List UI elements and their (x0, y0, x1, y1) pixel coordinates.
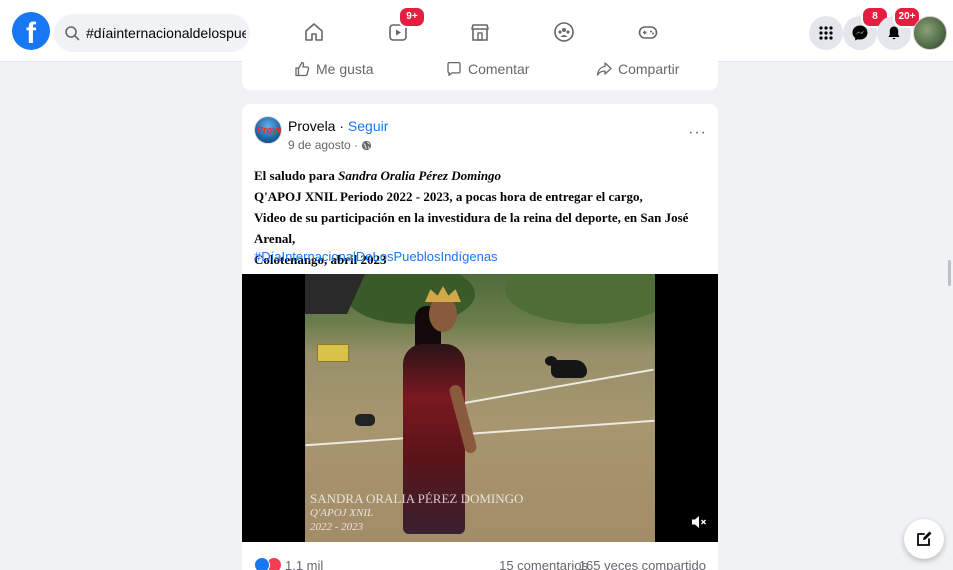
video-sign (317, 344, 349, 362)
more-options-button[interactable]: ··· (688, 124, 707, 142)
post-date-text: 9 de agosto · (288, 138, 359, 152)
store-icon (471, 24, 489, 41)
nav-watch[interactable]: 9+ (384, 6, 426, 46)
video-dog (545, 356, 587, 378)
top-navigation-bar: f 9+ 8 20+ (0, 0, 953, 62)
like-button[interactable]: Me gusta (294, 61, 374, 77)
author-separator: · (335, 118, 348, 134)
comment-icon (447, 61, 461, 77)
profile-avatar[interactable] (913, 16, 947, 50)
post-text-line-3: Video de su participación en la investid… (254, 210, 689, 246)
search-input[interactable] (86, 25, 246, 41)
menu-button[interactable] (809, 16, 843, 50)
post-text-line-1: El saludo para Sandra Oralia Pérez Domin… (254, 165, 714, 186)
thumbs-up-icon (295, 61, 310, 77)
video-caption-line-1: SANDRA ORALIA PÉREZ DOMINGO (310, 491, 524, 506)
shares-count[interactable]: 165 veces compartido (579, 558, 706, 570)
facebook-logo[interactable]: f (12, 12, 50, 50)
search-box[interactable] (54, 14, 250, 52)
page-avatar-text: Provela (257, 125, 282, 135)
video-tree-right (505, 274, 655, 324)
post-date[interactable]: 9 de agosto · (288, 138, 372, 152)
globe-icon (361, 140, 372, 150)
gamepad-icon (638, 26, 658, 39)
like-reaction-icon (254, 557, 270, 570)
post-card: Provela Provela · Seguir 9 de agosto · ·… (242, 104, 718, 570)
video-caption-line-3: 2022 - 2023 (310, 521, 364, 533)
video-caption-line-2: Q'APOJ XNIL (310, 507, 374, 519)
watch-badge: 9+ (398, 6, 426, 28)
post-text-line-1a: El saludo para (254, 168, 339, 183)
search-icon (65, 26, 80, 41)
new-message-button[interactable] (904, 519, 944, 559)
nav-home[interactable] (300, 18, 328, 46)
groups-icon (554, 22, 574, 42)
follow-button[interactable]: Seguir (348, 118, 388, 134)
reactions-count[interactable]: 1,1 mil (285, 558, 323, 570)
video-caption: SANDRA ORALIA PÉREZ DOMINGO Q'APOJ XNIL … (310, 492, 523, 534)
post-stats: 1,1 mil 15 comentarios 165 veces compart… (254, 555, 706, 570)
page-avatar[interactable]: Provela (254, 116, 282, 144)
author-line: Provela · Seguir (288, 118, 388, 134)
post-text-line-2: Q'APOJ XNIL Periodo 2022 - 2023, a pocas… (254, 189, 643, 204)
home-icon (305, 23, 323, 41)
comment-label: Comentar (468, 61, 530, 77)
post-text-line-1b: Sandra Oralia Pérez Domingo (338, 168, 502, 183)
messenger-button[interactable]: 8 (843, 6, 889, 50)
mute-icon[interactable] (691, 514, 707, 530)
previous-post-actions: Me gusta Comentar Compartir (242, 54, 718, 90)
share-button[interactable]: Compartir (596, 61, 679, 77)
share-label: Compartir (618, 61, 680, 77)
like-label: Me gusta (316, 61, 374, 77)
notifications-button[interactable]: 20+ (877, 6, 921, 50)
compose-icon (917, 531, 932, 546)
grid-menu-icon (819, 26, 833, 40)
comments-count[interactable]: 15 comentarios (499, 558, 588, 570)
scrollbar[interactable] (948, 260, 951, 286)
nav-marketplace[interactable] (466, 18, 494, 46)
nav-groups[interactable] (550, 18, 578, 46)
hashtag-link[interactable]: #DíaInternacionalDeLosPueblosIndígenas (254, 249, 498, 264)
nav-gaming[interactable] (634, 18, 662, 46)
video-bag (355, 414, 375, 426)
author-name[interactable]: Provela (288, 118, 335, 134)
share-icon (596, 62, 612, 76)
video-player[interactable]: SANDRA ORALIA PÉREZ DOMINGO Q'APOJ XNIL … (242, 274, 718, 542)
comment-button[interactable]: Comentar (446, 61, 529, 77)
